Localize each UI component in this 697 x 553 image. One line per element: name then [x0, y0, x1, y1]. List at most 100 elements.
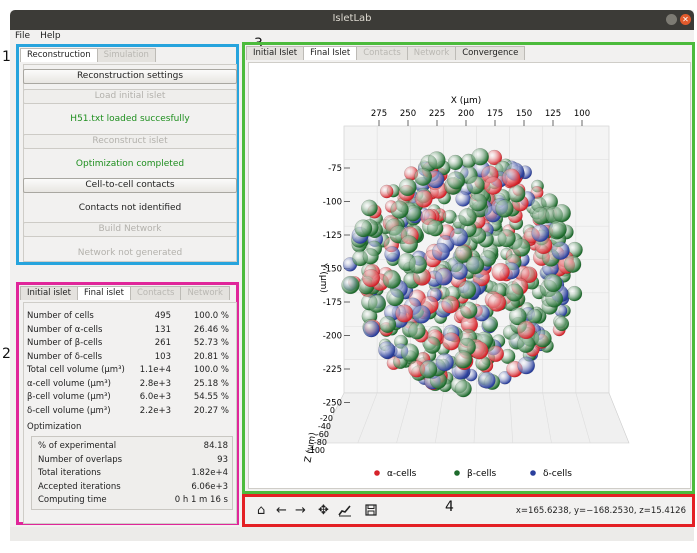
cell-point [382, 270, 401, 289]
tab-reconstruction[interactable]: Reconstruction [20, 48, 98, 62]
cell-point [484, 176, 503, 195]
cell-point [431, 242, 450, 261]
reconstruct-islet-button[interactable]: Reconstruct islet [23, 134, 237, 149]
legend-marker [530, 470, 536, 476]
legend-marker [454, 470, 460, 476]
cell-point [449, 227, 469, 247]
cell-point [566, 285, 583, 302]
menu-help[interactable]: Help [35, 30, 66, 42]
reconstruction-settings-button[interactable]: Reconstruction settings [23, 69, 237, 84]
save-icon[interactable] [365, 504, 377, 519]
cell-contacts-button[interactable]: Cell-to-cell contacts [23, 178, 237, 193]
cell-point [466, 256, 485, 275]
subplots-icon[interactable] [338, 504, 352, 520]
legend-marker [374, 470, 380, 476]
optimization-label: Computing time [38, 495, 107, 505]
y-tick-label: -225 [323, 365, 342, 375]
stat-percent: 100.0 % [193, 365, 229, 375]
tab-contacts-view[interactable]: Contacts [356, 46, 408, 60]
cell-point [441, 295, 460, 314]
islet-3d-plot[interactable]: X (μm) 275 250 225 200 175 150 125 100 -75 -100 -… [249, 63, 692, 490]
cell-point [442, 332, 461, 351]
optimization-label: Accepted iterations [38, 481, 121, 492]
panel-label-4: 4 [445, 499, 454, 515]
title-bar: IsletLab ✕ [10, 10, 694, 30]
cell-point [563, 255, 582, 273]
stat-label: Number of α-cells [27, 324, 103, 335]
y-axis-label: Y (μm) [318, 262, 328, 293]
cell-point [533, 329, 552, 348]
visualization-panel: Initial Islet Final Islet Contacts Netwo… [242, 42, 695, 494]
cell-point [517, 356, 536, 375]
cell-point [419, 360, 438, 379]
back-icon[interactable]: ← [276, 504, 287, 517]
tab-contacts[interactable]: Contacts [129, 286, 182, 300]
tab-initial-islet[interactable]: Initial islet [20, 286, 78, 300]
tab-initial-islet-view[interactable]: Initial Islet [246, 46, 305, 60]
tab-simulation[interactable]: Simulation [96, 48, 156, 62]
pan-icon[interactable]: ✥ [318, 504, 329, 517]
cell-point [386, 288, 405, 307]
stat-label: δ-cell volume (μm³) [27, 405, 111, 416]
plot-toolbar: ⌂ ← → ✥ 4 x=165.6238, y=−168.2530, z=15.… [242, 494, 695, 527]
load-initial-islet-button[interactable]: Load initial islet [23, 89, 237, 104]
stat-value: 6.0e+3 [139, 392, 171, 402]
close-button[interactable]: ✕ [680, 14, 691, 25]
cell-point [379, 315, 397, 333]
cell-point [361, 199, 378, 217]
minimize-button[interactable] [666, 14, 677, 25]
legend-label: δ-cells [543, 469, 572, 479]
x-tick-label: 250 [400, 109, 416, 119]
stat-label: β-cell volume (μm³) [27, 392, 111, 402]
legend-label: α-cells [387, 469, 417, 479]
cell-point [531, 224, 550, 243]
cell-point [434, 267, 453, 286]
x-tick-label: 150 [516, 109, 532, 119]
chart-legend: α-cells β-cells δ-cells [374, 469, 572, 479]
forward-icon[interactable]: → [295, 504, 306, 517]
menu-file[interactable]: File [10, 30, 35, 42]
plot-area[interactable]: X (μm) 275 250 225 200 175 150 125 100 -75 -100 -… [248, 62, 691, 489]
network-status: Network not generated [77, 248, 183, 258]
stat-row: Number of δ-cells 103 20.81 % [27, 352, 233, 364]
optimization-status: Optimization completed [75, 159, 185, 169]
cell-point [471, 148, 489, 166]
cell-point [554, 316, 570, 332]
home-icon[interactable]: ⌂ [257, 504, 265, 517]
x-tick-label: 125 [545, 109, 561, 119]
stat-row: δ-cell volume (μm³) 2.2e+3 20.27 % [27, 406, 233, 418]
stat-row: Number of α-cells 131 26.46 % [27, 325, 233, 337]
cell-point [414, 189, 433, 208]
cell-point [487, 345, 505, 362]
cell-point [412, 305, 431, 324]
cell-point [508, 185, 526, 203]
window-title: IsletLab [332, 13, 372, 24]
cursor-coordinates: x=165.6238, y=−168.2530, z=15.4126 [515, 506, 686, 516]
build-network-button[interactable]: Build Network [23, 222, 237, 237]
optimization-label: Number of overlaps [38, 454, 123, 465]
stat-value: 1.1e+4 [139, 365, 171, 375]
optimization-label: Total iterations [38, 468, 101, 478]
optimization-row: Number of overlaps 93 [38, 455, 228, 466]
optimization-row: Computing time 0 h 1 m 16 s [38, 495, 228, 506]
tab-network-view[interactable]: Network [406, 46, 457, 60]
optimization-value: 84.18 [203, 441, 228, 451]
cell-point [487, 293, 507, 312]
cell-point [545, 289, 564, 308]
stat-value: 131 [154, 324, 171, 335]
cell-point [495, 199, 514, 218]
cell-point [548, 220, 567, 239]
tab-final-islet[interactable]: Final islet [76, 286, 131, 300]
visualization-tabs: Initial Islet Final Islet Contacts Netwo… [246, 46, 526, 60]
x-tick-label: 275 [371, 109, 387, 119]
stat-label: α-cell volume (μm³) [27, 378, 111, 389]
cell-point [400, 343, 419, 362]
tab-network[interactable]: Network [180, 286, 230, 300]
x-tick-label: 100 [574, 109, 590, 119]
cell-point [454, 380, 472, 398]
statistics-panel: Initial islet Final islet Contacts Netwo… [16, 282, 239, 525]
tab-final-islet-view[interactable]: Final Islet [303, 46, 358, 60]
cell-point [458, 208, 477, 227]
stat-value: 2.2e+3 [139, 405, 171, 416]
tab-convergence-view[interactable]: Convergence [455, 46, 526, 60]
